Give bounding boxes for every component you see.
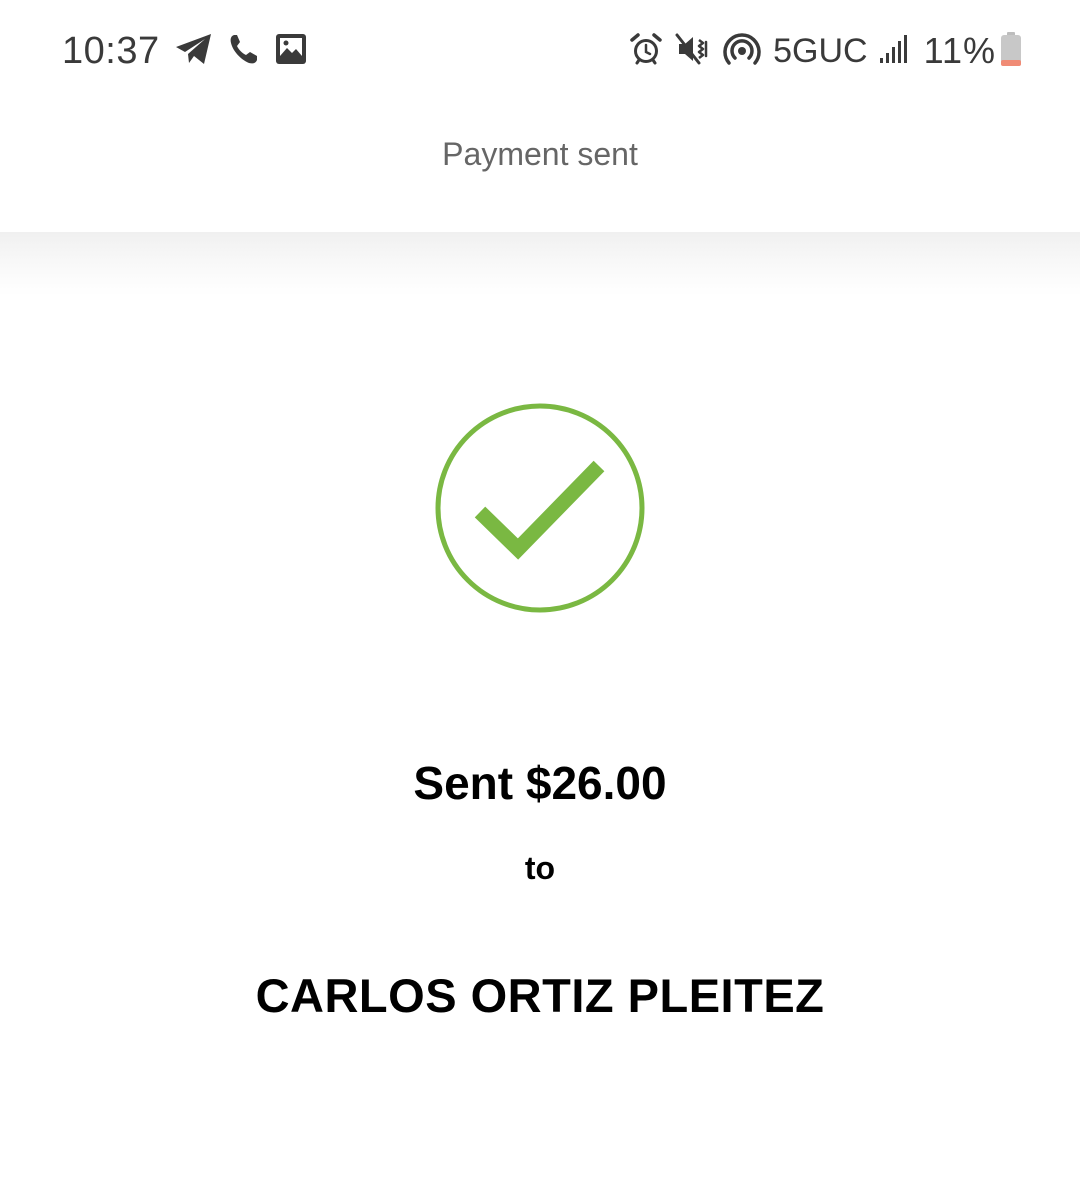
status-bar: 10:37 5GUC 11% (0, 0, 1080, 100)
phone-call-icon (228, 32, 260, 71)
status-time: 10:37 (62, 29, 160, 72)
telegram-icon (174, 31, 214, 72)
app-header: Payment sent (0, 100, 1080, 232)
status-bar-right: 5GUC 11% (629, 28, 1022, 74)
battery-percent: 11% (923, 30, 996, 71)
gallery-icon (274, 32, 308, 71)
recipient-name: CARLOS ORTIZ PLEITEZ (255, 969, 825, 1022)
vibrate-mute-icon (675, 32, 711, 71)
amount-sent: Sent $26.00 (413, 757, 667, 809)
page-title: Payment sent (442, 136, 638, 172)
signal-bars-icon (878, 33, 908, 70)
network-type: 5GUC (773, 31, 868, 70)
check-circle-icon (434, 402, 646, 614)
alarm-icon (629, 32, 663, 71)
to-label: to (524, 850, 556, 886)
hotspot-icon (723, 31, 761, 72)
header-shadow (0, 232, 1080, 296)
battery-low-icon (1000, 31, 1022, 72)
status-bar-left: 10:37 (62, 28, 308, 74)
